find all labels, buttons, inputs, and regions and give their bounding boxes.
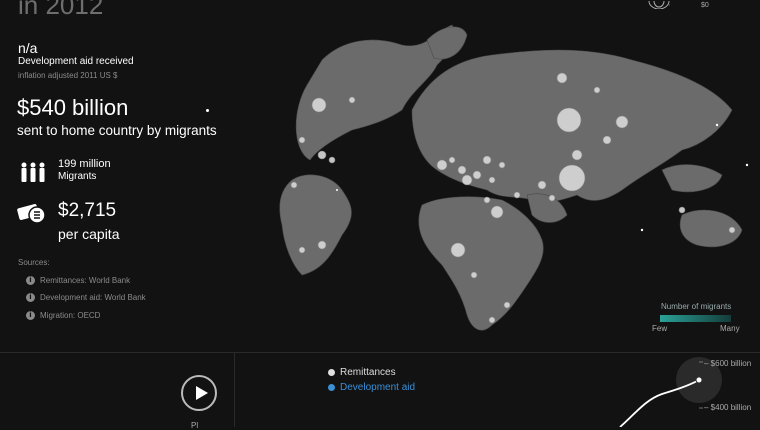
timeline-current-point (695, 376, 703, 384)
migration-bubble (490, 205, 504, 219)
migration-bubble (593, 86, 601, 94)
map-legend-gradient (660, 315, 731, 322)
small-dot (336, 189, 338, 191)
migration-bubble (298, 136, 306, 144)
map-legend-many: Many (720, 324, 740, 333)
development-aid-dot (328, 384, 335, 391)
legend-remittances-label: Remittances (340, 367, 396, 378)
migration-bubble (472, 170, 482, 180)
sources-label: Sources: (18, 258, 50, 267)
aid-label: Development aid received (18, 56, 134, 67)
migration-bubble (290, 181, 298, 189)
aid-unit: inflation adjusted 2011 US $ (18, 71, 118, 80)
migration-bubble (311, 97, 327, 113)
migration-bubble (615, 115, 629, 129)
migration-bubble (537, 180, 547, 190)
timeline-vertical-divider (234, 352, 235, 427)
source-text: Migration: OECD (40, 311, 101, 320)
island-dot (206, 109, 209, 112)
remittance-value: $540 billion (17, 95, 129, 120)
source-text: Development aid: World Bank (40, 293, 146, 302)
migration-bubble (461, 174, 473, 186)
world-map[interactable] (262, 0, 760, 340)
migration-bubble (470, 271, 478, 279)
migration-bubble (450, 242, 466, 258)
map-legend-title: Number of migrants (661, 302, 732, 311)
migration-bubble (556, 107, 582, 133)
migration-bubble (556, 72, 568, 84)
source-link-remittances[interactable]: i Remittances: World Bank (26, 276, 130, 285)
migrants-value: 199 million (58, 158, 111, 170)
migration-bubble (571, 149, 583, 161)
info-icon: i (26, 311, 35, 320)
play-button[interactable] (181, 375, 217, 411)
migration-bubble (503, 301, 511, 309)
migrants-label: Migrants (58, 171, 97, 182)
page-title: in 2012 (18, 0, 104, 20)
migration-bubble (513, 191, 521, 199)
source-link-migration[interactable]: i Migration: OECD (26, 311, 100, 320)
legend-development-aid: Development aid (328, 382, 415, 393)
small-dot (745, 163, 749, 167)
region-africa (418, 196, 544, 331)
per-capita-label: per capita (58, 226, 120, 242)
migration-bubble (488, 176, 496, 184)
money-icon (17, 204, 46, 224)
small-dot (715, 123, 719, 127)
region-south-america (279, 174, 352, 276)
migration-bubble (678, 206, 686, 214)
small-dot (640, 228, 644, 232)
remittance-label: sent to home country by migrants (17, 123, 217, 138)
info-icon: i (26, 276, 35, 285)
migration-bubble (602, 135, 612, 145)
migration-bubble (298, 246, 306, 254)
axis-label-600: – $600 billion (704, 359, 752, 368)
people-icon (21, 162, 45, 182)
migration-bubble (728, 226, 736, 234)
migration-bubble (558, 164, 586, 192)
migration-bubble (482, 155, 492, 165)
migration-bubble (498, 161, 506, 169)
region-greenland (426, 26, 468, 60)
aid-value: n/a (18, 40, 38, 56)
migration-bubble (548, 194, 556, 202)
migration-bubble (436, 159, 448, 171)
source-link-development-aid[interactable]: i Development aid: World Bank (26, 293, 146, 302)
legend-development-aid-label: Development aid (340, 382, 416, 393)
migration-bubble (328, 156, 336, 164)
migration-bubble (483, 196, 491, 204)
remittances-dot (328, 369, 335, 376)
play-caption: Pl (191, 421, 199, 430)
migration-bubble (317, 150, 327, 160)
info-icon: i (26, 293, 35, 302)
region-southeast-asia (661, 164, 723, 193)
migration-bubble (448, 156, 456, 164)
map-legend-few: Few (652, 324, 668, 333)
migration-bubble (488, 316, 496, 324)
axis-label-400: – $400 billion (704, 403, 752, 412)
migration-bubble (348, 96, 356, 104)
legend-remittances: Remittances (328, 367, 396, 378)
migration-bubble (317, 240, 327, 250)
per-capita-value: $2,715 (58, 200, 117, 221)
migration-bubble (457, 165, 467, 175)
source-text: Remittances: World Bank (40, 276, 131, 285)
